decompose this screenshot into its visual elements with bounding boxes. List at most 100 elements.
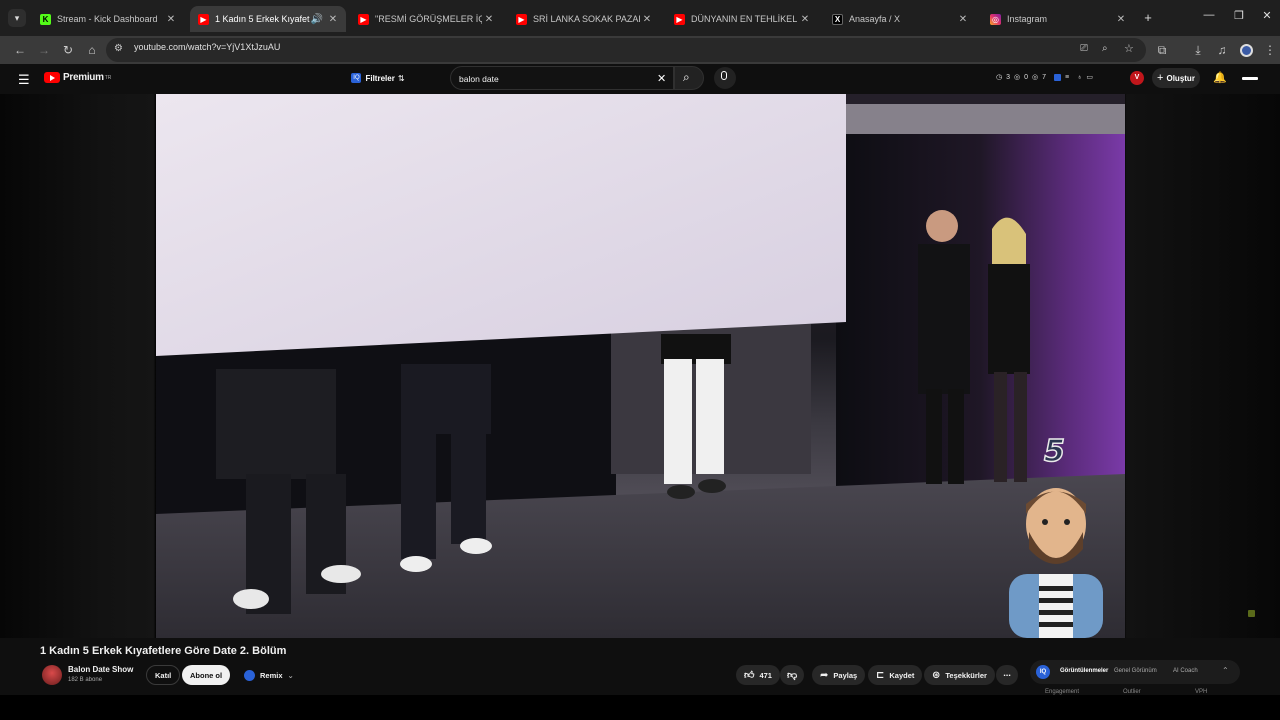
search-icon: ⌕ xyxy=(683,70,690,84)
more-icon: ⋯ xyxy=(1003,670,1011,680)
profile-icon[interactable] xyxy=(1238,42,1254,58)
logo-text: Premium xyxy=(63,72,104,83)
youtube-icon: ▶ xyxy=(516,13,527,25)
notifications-bell-icon[interactable]: 🔔 xyxy=(1213,71,1227,84)
extensions-icon[interactable]: ⧉ xyxy=(1154,42,1170,58)
thanks-label: Teşekkürler xyxy=(945,670,987,680)
channel-name[interactable]: Balon Date Show xyxy=(68,665,133,674)
extension-icon xyxy=(1054,73,1062,81)
youtube-logo[interactable]: Premium TR xyxy=(44,72,111,83)
site-info-icon[interactable]: ⚙ xyxy=(114,43,123,54)
browser-menu-icon[interactable]: ⋮ xyxy=(1262,42,1278,58)
restore-button[interactable]: ❐ xyxy=(1224,9,1254,22)
iq-tab-views[interactable]: Görüntülenmeler xyxy=(1060,668,1108,674)
share-button[interactable]: ➦ Paylaş xyxy=(812,665,866,685)
hamburger-menu-icon[interactable]: ☰ xyxy=(18,72,30,88)
youtube-logo-icon xyxy=(44,72,60,83)
like-button[interactable]: 👍︎ 471 xyxy=(736,665,780,685)
youtube-icon: ▶ xyxy=(358,13,369,25)
subscriber-count: 182 B abone xyxy=(68,677,103,683)
video-title: 1 Kadın 5 Erkek Kıyafetlere Göre Date 2.… xyxy=(40,645,287,657)
tab-title: "RESMİ GÖRÜŞMELER İÇİN YO xyxy=(375,14,482,24)
close-tab-icon[interactable]: ✕ xyxy=(798,14,812,25)
filter-badge-icon: IQ xyxy=(351,73,362,83)
browser-tab-x[interactable]: X Anasayfa / X ✕ xyxy=(824,6,976,32)
close-window-button[interactable]: ✕ xyxy=(1252,9,1280,22)
close-tab-icon[interactable]: ✕ xyxy=(164,14,178,25)
stat-b: 0 xyxy=(1024,73,1029,81)
bookmark-star-icon[interactable]: ☆ xyxy=(1124,42,1134,55)
forward-icon[interactable]: → xyxy=(36,42,52,58)
iq-collapse-icon[interactable]: ⌃ xyxy=(1222,666,1229,675)
close-tab-icon[interactable]: ✕ xyxy=(482,14,496,25)
remix-button[interactable]: Remix ⌄ xyxy=(236,665,302,685)
chevron-down-icon: ⌄ xyxy=(287,670,294,680)
close-tab-icon[interactable]: ✕ xyxy=(326,14,340,25)
instagram-icon: ◎ xyxy=(990,13,1001,25)
close-tab-icon[interactable]: ✕ xyxy=(640,14,654,25)
youtube-icon: ▶ xyxy=(198,13,209,25)
iq-tab-overview[interactable]: Genel Görünüm xyxy=(1114,668,1157,674)
clock-icon: ◷ xyxy=(996,74,1003,81)
video-player[interactable]: 5 xyxy=(156,94,1125,638)
home-icon[interactable]: ⌂ xyxy=(84,42,100,58)
tab-search-menu-button[interactable]: ▾ xyxy=(8,9,26,27)
thumbs-up-icon: 👍︎ xyxy=(744,670,755,681)
tab-title: SRİ LANKA SOKAK PAZARI VE İ xyxy=(533,14,640,24)
media-control-icon[interactable]: ♫ xyxy=(1214,42,1230,58)
search-button[interactable]: ⌕ xyxy=(674,66,704,90)
tab-title: Instagram xyxy=(1007,14,1048,24)
search-input[interactable]: balon date xyxy=(459,74,499,84)
close-tab-icon[interactable]: ✕ xyxy=(956,14,970,25)
more-actions-button[interactable]: ⋯ xyxy=(996,665,1018,685)
video-frame xyxy=(156,94,1125,638)
minimize-button[interactable]: — xyxy=(1194,9,1224,21)
logo-country: TR xyxy=(104,74,112,81)
browser-tab-youtube-2[interactable]: ▶ "RESMİ GÖRÜŞMELER İÇİN YO ✕ xyxy=(350,6,502,32)
reload-icon[interactable]: ↻ xyxy=(60,42,76,58)
download-icon[interactable]: ⤓ xyxy=(1190,42,1206,58)
browser-tab-youtube-3[interactable]: ▶ SRİ LANKA SOKAK PAZARI VE İ ✕ xyxy=(508,6,660,32)
create-button[interactable]: + Oluştur xyxy=(1152,68,1200,88)
audio-playing-icon[interactable]: 🔊 xyxy=(310,14,324,25)
browser-tab-youtube-4[interactable]: ▶ DÜNYANIN EN TEHLİKELİ MAH ✕ xyxy=(666,6,818,32)
account-avatar[interactable] xyxy=(1242,77,1258,80)
zoom-icon[interactable]: ⌕ xyxy=(1102,43,1108,54)
extension-v-avatar[interactable]: V xyxy=(1130,71,1144,85)
filters-label: Filtreler xyxy=(365,73,395,83)
url-text: youtube.com/watch?v=YjV1XtJzuAU xyxy=(134,42,281,52)
tab-title: Stream - Kick Dashboard xyxy=(57,14,158,24)
share-icon: ➦ xyxy=(820,669,829,681)
plus-icon: + xyxy=(1157,72,1164,84)
iq-extension-panel: IQ Görüntülenmeler Genel Görünüm AI Coac… xyxy=(1030,660,1240,684)
dislike-button[interactable]: 👎︎ xyxy=(780,665,805,685)
browser-tab-kick[interactable]: K Stream - Kick Dashboard ✕ xyxy=(32,6,184,32)
overlay-number: 5 xyxy=(1043,433,1065,470)
create-label: Oluştur xyxy=(1166,73,1195,83)
iq-tab-ai-coach[interactable]: AI Coach xyxy=(1173,668,1198,674)
join-button[interactable]: Katıl xyxy=(146,665,181,685)
stat-c: 7 xyxy=(1042,73,1047,81)
filters-button[interactable]: IQ Filtreler ⇅ xyxy=(348,67,408,89)
save-button[interactable]: ⊏ Kaydet xyxy=(868,665,923,685)
subscribe-label: Abone ol xyxy=(190,670,223,680)
subscribe-button[interactable]: Abone ol xyxy=(182,665,231,685)
microphone-icon xyxy=(721,71,727,80)
clear-search-icon[interactable]: ✕ xyxy=(657,72,666,85)
player-corner-icon[interactable] xyxy=(1248,610,1255,617)
sliders-icon: ⇅ xyxy=(397,73,405,83)
tab-title: DÜNYANIN EN TEHLİKELİ MAH xyxy=(691,14,798,24)
search-box[interactable]: balon date ✕ xyxy=(450,66,674,90)
back-icon[interactable]: ← xyxy=(12,42,28,58)
cast-icon[interactable]: ⎚ xyxy=(1080,43,1088,54)
bookmark-icon: ⊏ xyxy=(876,669,885,681)
new-tab-button[interactable]: + xyxy=(1140,10,1156,25)
browser-tab-instagram[interactable]: ◎ Instagram ✕ xyxy=(982,6,1134,32)
extension-stats[interactable]: ◷ 3 ◎ 0 ◎ 7 ≡ ♁ ▭ xyxy=(996,73,1093,81)
voice-search-button[interactable] xyxy=(714,67,736,89)
browser-tab-active-video[interactable]: ▶ 1 Kadın 5 Erkek Kıyafetlere 🔊 ✕ xyxy=(190,6,346,32)
channel-avatar[interactable] xyxy=(42,665,62,685)
thanks-button[interactable]: ⊛ Teşekkürler xyxy=(924,665,995,685)
iq-badge: IQ xyxy=(1036,665,1050,679)
close-tab-icon[interactable]: ✕ xyxy=(1114,14,1128,25)
